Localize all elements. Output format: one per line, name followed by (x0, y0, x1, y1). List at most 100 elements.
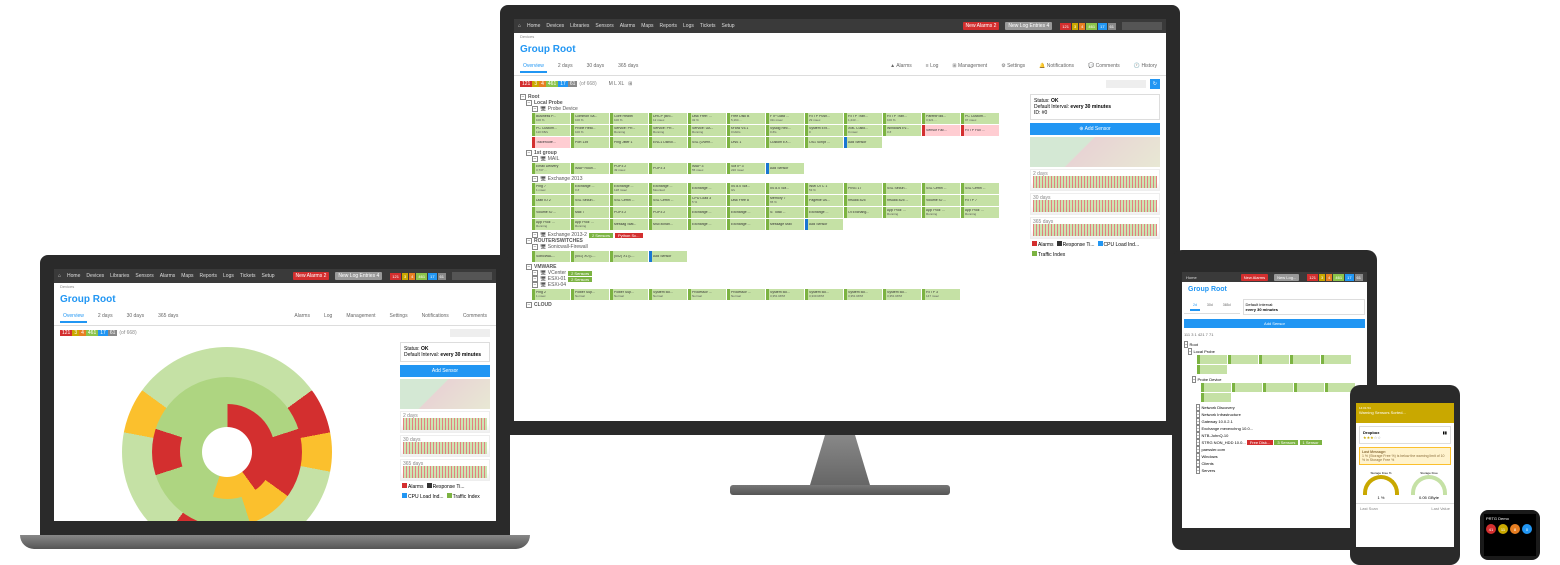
tree-search-input[interactable] (450, 329, 490, 337)
sensor-tile[interactable]: Power Sup...Normal (571, 289, 609, 300)
chart-30days[interactable]: 30 days (1030, 193, 1160, 215)
sensor-tile[interactable]: Mail 7 (571, 207, 609, 218)
sensor-tile[interactable]: Traceroute... (532, 137, 570, 148)
sensor-tile[interactable]: Exchange ...0 # (571, 183, 609, 194)
tab-30days[interactable]: 30 days (124, 311, 148, 323)
search-input[interactable] (452, 272, 492, 280)
status-badge[interactable]: 4 (409, 273, 415, 280)
watch-status-dot[interactable]: 11 (1498, 524, 1508, 534)
tab-overview[interactable]: Overview (520, 61, 547, 73)
status-badge[interactable]: 17 (428, 273, 436, 280)
sensor-tile[interactable]: Pagefile Us... (805, 195, 843, 206)
nav-alarms[interactable]: Alarms (620, 23, 636, 29)
sensor-tile[interactable]: Core Health100 % (610, 113, 648, 124)
sensor-tile[interactable]: HTTP Full ... (961, 125, 999, 136)
tab-2days[interactable]: 2 days (555, 61, 576, 73)
expand-icon[interactable]: − (532, 282, 538, 288)
sensor-tile[interactable]: DHCP (Bro...12 msec (649, 113, 687, 124)
subtab-alarms[interactable]: ▲ Alarms (887, 61, 915, 73)
tree-node[interactable]: − NTB-JohnQ-10 (1196, 432, 1365, 439)
sensor-tile[interactable]: Messag Stat... (610, 219, 648, 230)
pause-icon[interactable]: ▮▮ (1443, 430, 1447, 435)
status-badge[interactable]: 17 (1098, 23, 1106, 30)
sensor-tile[interactable]: Windows Ev...0 # (883, 125, 921, 136)
sensor-tile[interactable]: SonicWAL... (532, 251, 570, 262)
tree-node[interactable]: − Windows (1196, 453, 1365, 460)
sensor-tile[interactable]: SSL Securi... (883, 183, 921, 194)
subtab-settings[interactable]: ⚙ Settings (998, 61, 1028, 73)
tree-node[interactable]: − Gateway 10.0.2.1 (1196, 418, 1365, 425)
sensor-tile[interactable]: System Bo...3,351 RPM (766, 289, 804, 300)
subtab-management[interactable]: Management (343, 311, 378, 323)
sensor-tile[interactable]: Exchange ... (688, 219, 726, 230)
sensor-tile[interactable]: System Bo...3,351 RPM (844, 289, 882, 300)
add-sensor-tile[interactable]: Add Sensor (766, 163, 804, 174)
sensor-tile[interactable]: POP3 3 (649, 163, 687, 174)
sensor-tile[interactable]: HTTP 7 (961, 195, 999, 206)
add-sensor-tile[interactable]: Add Sensor (649, 251, 687, 262)
expand-icon[interactable]: − (532, 176, 538, 182)
nav-devices[interactable]: Devices (546, 23, 564, 29)
sensor-tile[interactable]: SSL Certifi ... (961, 183, 999, 194)
sensor-tile[interactable]: POP3 2 (610, 207, 648, 218)
home-icon[interactable]: ⌂ (518, 23, 521, 29)
status-badge[interactable]: 61 (1355, 274, 1363, 281)
sensor-tile[interactable]: hrsu86 825 (844, 195, 882, 206)
sensor-tile[interactable]: Business P...100 % (532, 113, 570, 124)
sensor-tile[interactable]: Volume IO ... (532, 207, 570, 218)
rating[interactable]: ★★★☆☆ (1363, 435, 1447, 440)
sensor-tile[interactable]: Port 139 (571, 137, 609, 148)
nav-setup[interactable]: Setup (722, 23, 735, 29)
add-sensor-button[interactable]: ⊕ Add Sensor (1030, 123, 1160, 135)
sensor-tile[interactable]: IMAP 355 msec (688, 163, 726, 174)
status-badge[interactable]: 3 (402, 273, 408, 280)
sensor-tile[interactable]: Diab IO 2 (532, 195, 570, 206)
sensor-tile[interactable]: HTTP Tran...1,243 ... (844, 113, 882, 124)
nav-sensors[interactable]: Sensors (595, 23, 613, 29)
sensor-tile[interactable]: System Bo...Normal (649, 289, 687, 300)
sensor-tile[interactable]: Message Mail (766, 219, 804, 230)
sensor-tile[interactable]: PING 17 (844, 183, 882, 194)
sensor-tile[interactable]: HTTP Tran...100 % (883, 113, 921, 124)
nav-sensors[interactable]: Sensors (135, 273, 153, 279)
new-alarms-button[interactable]: New Alarms 2 (963, 22, 1000, 30)
sensor-tile[interactable]: Volume IO ... (922, 195, 960, 206)
sensor-tile[interactable]: App Pool: ...Running (961, 207, 999, 218)
sensor-tile[interactable]: Custom EX... (766, 137, 804, 148)
sensor-tile[interactable]: SSL Certifi ... (922, 183, 960, 194)
new-alarms-button[interactable]: New Alarms (1241, 274, 1268, 281)
new-alarms-button[interactable]: New Alarms 2 (293, 272, 330, 280)
new-log-button[interactable]: New Log... (1274, 274, 1299, 281)
nav-tickets[interactable]: Tickets (240, 273, 256, 279)
sensor-tile[interactable]: POP3 249 msec (610, 163, 648, 174)
size-toggle[interactable]: M L XL (609, 81, 625, 87)
device-node[interactable]: − 🖥 ESXi-04 (532, 282, 1024, 288)
sensor-tile[interactable]: Disk Free: ...32 % (688, 113, 726, 124)
sensor-tile[interactable]: App Pool: ...Running (883, 207, 921, 218)
sensor-tile[interactable]: MSExchan... (649, 219, 687, 230)
subtab-settings[interactable]: Settings (387, 311, 411, 323)
status-badge[interactable]: 4 (1079, 23, 1085, 30)
status-badge[interactable]: 61 (1108, 23, 1116, 30)
sensor-tile[interactable]: IIS 8.0 SM...0/s (727, 183, 765, 194)
sensor-tile[interactable]: PC Custom...97 msec (961, 113, 999, 124)
tab-2days[interactable]: 2 days (95, 311, 116, 323)
sensor-tile[interactable]: SSL Securi... (571, 195, 609, 206)
tab-30days[interactable]: 30 days (584, 61, 608, 73)
sensor-tile[interactable]: System Ext...0 (805, 125, 843, 136)
chart-2days[interactable]: 2 days (400, 411, 490, 433)
status-badge[interactable]: 121 (1307, 274, 1318, 281)
breadcrumb[interactable]: Devices (54, 283, 496, 290)
nav-setup[interactable]: Setup (262, 273, 275, 279)
sensor-tile[interactable]: HTTP 3147 msec (922, 289, 960, 300)
sensor-tile[interactable]: POP3 2 (649, 207, 687, 218)
search-input[interactable] (1122, 22, 1162, 30)
sensor-tile[interactable]: WMI UTC 153 % (805, 183, 843, 194)
sensor-tile[interactable]: PC Custom...110 KB/s (532, 125, 570, 136)
nav-libraries[interactable]: Libraries (570, 23, 589, 29)
sensor-tile[interactable]: App Pool: ...Running (922, 207, 960, 218)
nav-reports[interactable]: Reports (660, 23, 678, 29)
sensor-tile[interactable]: SSL Certifi ... (610, 195, 648, 206)
subtab-log[interactable]: ≡ Log (923, 61, 942, 73)
expand-icon[interactable]: − (532, 156, 538, 162)
